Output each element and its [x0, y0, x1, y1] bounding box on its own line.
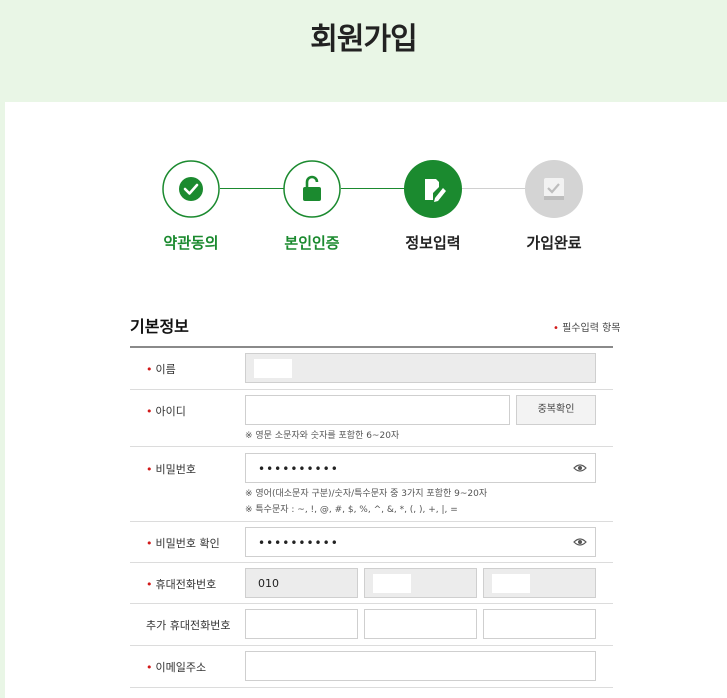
step-label-verify: 본인인증 [284, 234, 340, 252]
mobile-middle-field[interactable] [364, 568, 477, 598]
step-connector [341, 188, 405, 189]
mobile-prefix-field[interactable]: 010 [245, 568, 358, 598]
required-mark: • [146, 578, 153, 591]
required-mark: • [146, 405, 153, 418]
mobile-last-field[interactable] [483, 568, 596, 598]
required-mark: • [146, 363, 153, 376]
step-label-info: 정보입력 [405, 234, 461, 252]
password-hint-2: ※ 특수문자 : ~, !, @, #, $, %, ^, &, *, (, )… [245, 505, 458, 515]
duplicate-check-button[interactable]: 중복확인 [516, 395, 596, 425]
edit-icon [404, 160, 462, 218]
email-label-text: 이메일주소 [155, 661, 207, 674]
redacted-value [254, 359, 292, 378]
row-divider [130, 389, 613, 390]
required-note: • 필수입력 항목 [553, 319, 620, 334]
password-hint-1: ※ 영어(대소문자 구분)/숫자/특수문자 중 3가지 포함한 9~20자 [245, 489, 488, 499]
password-confirm-label-text: 비밀번호 확인 [155, 537, 220, 550]
step-label-complete: 가입완료 [526, 234, 582, 252]
required-mark: • [146, 463, 153, 476]
userid-input[interactable] [245, 395, 510, 425]
required-mark: • [553, 323, 559, 334]
required-mark: • [146, 537, 153, 550]
step-connector [220, 188, 284, 189]
step-verify [283, 160, 341, 218]
mobile-label-text: 휴대전화번호 [155, 578, 217, 591]
name-label-text: 이름 [155, 363, 176, 376]
row-divider [130, 687, 613, 688]
step-label-terms: 약관동의 [163, 234, 219, 252]
email-input[interactable] [245, 651, 596, 681]
userid-label: • 아이디 [146, 403, 186, 419]
check-icon [162, 160, 220, 218]
row-divider [130, 562, 613, 563]
extra-mobile-label: 추가 휴대전화번호 [146, 619, 231, 632]
row-divider [130, 446, 613, 447]
row-divider [130, 645, 613, 646]
redacted-value [492, 574, 530, 593]
mobile-prefix-value: 010 [258, 577, 279, 590]
extra-mobile-middle-input[interactable] [364, 609, 477, 639]
password-confirm-value: •••••••••• [258, 536, 339, 550]
row-divider [130, 521, 613, 522]
required-note-text: 필수입력 항목 [562, 323, 621, 334]
step-connector [462, 188, 526, 189]
password-value: •••••••••• [258, 462, 339, 476]
extra-mobile-last-input[interactable] [483, 609, 596, 639]
name-field[interactable] [245, 353, 596, 383]
password-confirm-input[interactable]: •••••••••• [245, 527, 596, 557]
document-icon [525, 160, 583, 218]
mobile-label: • 휴대전화번호 [146, 576, 216, 592]
email-label: • 이메일주소 [146, 659, 206, 675]
section-divider [130, 346, 613, 348]
step-terms [162, 160, 220, 218]
password-input[interactable]: •••••••••• [245, 453, 596, 483]
row-divider [130, 603, 613, 604]
userid-label-text: 아이디 [155, 405, 186, 418]
step-info [404, 160, 462, 218]
page-header: 회원가입 [0, 0, 727, 102]
eye-icon[interactable] [573, 536, 587, 548]
name-label: • 이름 [146, 361, 176, 377]
redacted-value [373, 574, 411, 593]
section-title: 기본정보 [130, 317, 189, 336]
required-mark: • [146, 661, 153, 674]
step-complete [525, 160, 583, 218]
eye-icon[interactable] [573, 462, 587, 474]
password-label-text: 비밀번호 [155, 463, 196, 476]
page-title: 회원가입 [310, 22, 417, 57]
userid-hint: ※ 영문 소문자와 숫자를 포함한 6~20자 [245, 431, 400, 441]
lock-icon [283, 160, 341, 218]
password-label: • 비밀번호 [146, 461, 196, 477]
password-confirm-label: • 비밀번호 확인 [146, 535, 220, 551]
extra-mobile-first-input[interactable] [245, 609, 358, 639]
